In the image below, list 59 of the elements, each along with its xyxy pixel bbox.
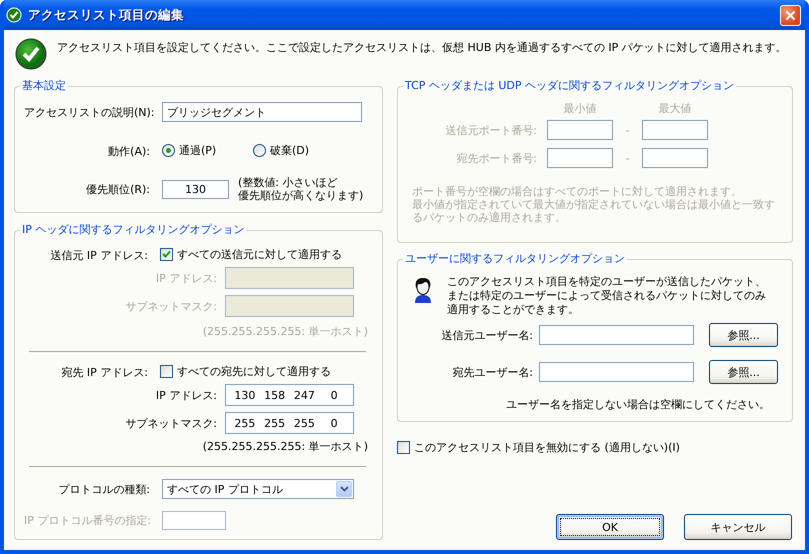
radio-option[interactable]: 通過(P) — [162, 142, 216, 158]
port-field[interactable] — [547, 120, 613, 140]
disable-checkbox[interactable]: このアクセスリスト項目を無効にする (適用しない)(I) — [397, 440, 680, 455]
field-label: IP プロトコル番号の指定: — [24, 512, 152, 528]
group-title: TCP ヘッダまたは UDP ヘッダに関するフィルタリングオプション — [404, 80, 736, 92]
field-label: 送信元ユーザー名: — [440, 328, 534, 342]
priority-field[interactable]: 130 — [162, 180, 229, 198]
hint-text: (255.255.255.255: 単一ホスト) — [202, 440, 368, 453]
dialog-button[interactable]: OK — [556, 514, 664, 540]
close-button[interactable] — [780, 4, 801, 26]
group-title: 基本設定 — [21, 80, 67, 92]
field-label: 宛先 IP アドレス: — [60, 364, 149, 380]
window-title: アクセスリスト項目の編集 — [28, 6, 185, 24]
hint-text: (整数値: 小さいほど — [238, 176, 338, 189]
range-dash: - — [626, 124, 630, 136]
field-label: 動作(A): — [107, 144, 151, 158]
field-label: アクセスリストの説明(N): — [24, 104, 156, 120]
field-label: サブネットマスク: — [124, 416, 218, 430]
check-icon — [6, 7, 22, 23]
field-label: 優先順位(R): — [85, 182, 151, 196]
hint-text: ポート番号が空欄の場合はすべてのポートに対して適用されます。 — [412, 185, 743, 198]
description-field[interactable]: ブリッジセグメント — [162, 102, 362, 122]
port-field[interactable] — [642, 148, 708, 168]
port-field[interactable] — [642, 120, 708, 140]
radio-option[interactable]: 破棄(D) — [253, 142, 310, 158]
hint-text: 優先順位が高くなります) — [238, 189, 364, 202]
range-dash: - — [626, 152, 630, 164]
group-title: ユーザーに関するフィルタリングオプション — [404, 253, 626, 265]
close-icon — [785, 10, 796, 20]
person-icon — [415, 278, 431, 303]
hint-text: ユーザー名を指定しない場合は空欄にしてください。 — [506, 398, 770, 411]
field-label: 送信元ポート番号: — [444, 122, 538, 138]
group-title: IP ヘッダに関するフィルタリングオプション — [21, 224, 246, 236]
field-label: サブネットマスク: — [124, 298, 218, 314]
hint-text: 最小値が指定されていて最大値が指定されていない場合は最小値と一致するパケットのみ適用されます。 — [412, 198, 776, 224]
browse-button[interactable]: 参照... — [709, 323, 778, 347]
port-field[interactable] — [547, 148, 613, 168]
field-label: プロトコルの種類: — [57, 482, 151, 496]
intro-text: アクセスリスト項目を設定してください。ここで設定したアクセスリストは、仮想 HUB 内を通過するすべての IP パケットに対して適用されます。 — [57, 40, 787, 54]
field-label: IP アドレス: — [154, 270, 218, 286]
field-label: 宛先ユーザー名: — [451, 364, 534, 380]
check-icon — [15, 38, 47, 70]
user-name-field[interactable] — [539, 362, 694, 382]
description-text: このアクセスリスト項目を特定のユーザーが送信したパケット、または特定のユーザーによって受信されるパケットに対してのみ適用することができます。 — [447, 275, 767, 317]
protocol-number-field[interactable] — [162, 510, 226, 530]
field-label: 宛先ポート番号: — [455, 150, 538, 166]
apply-all-checkbox[interactable]: すべての宛先に対して適用する — [160, 364, 331, 378]
chevron-down-icon — [340, 486, 348, 492]
column-heading: 最小値 — [564, 100, 596, 116]
field-label: IP アドレス: — [154, 388, 218, 402]
protocol-dropdown[interactable]: すべての IP プロトコル — [162, 479, 354, 499]
ip-field[interactable]: 255 255 255 0 — [225, 412, 354, 434]
ip-field[interactable]: 130 158 247 0 — [225, 384, 354, 406]
hint-text: (255.255.255.255: 単一ホスト) — [202, 325, 368, 338]
user-name-field[interactable] — [539, 325, 694, 345]
dialog-button[interactable]: キャンセル — [684, 514, 792, 540]
field-label: 送信元 IP アドレス: — [49, 248, 149, 262]
browse-button[interactable]: 参照... — [709, 360, 778, 384]
column-heading: 最大値 — [658, 100, 692, 116]
